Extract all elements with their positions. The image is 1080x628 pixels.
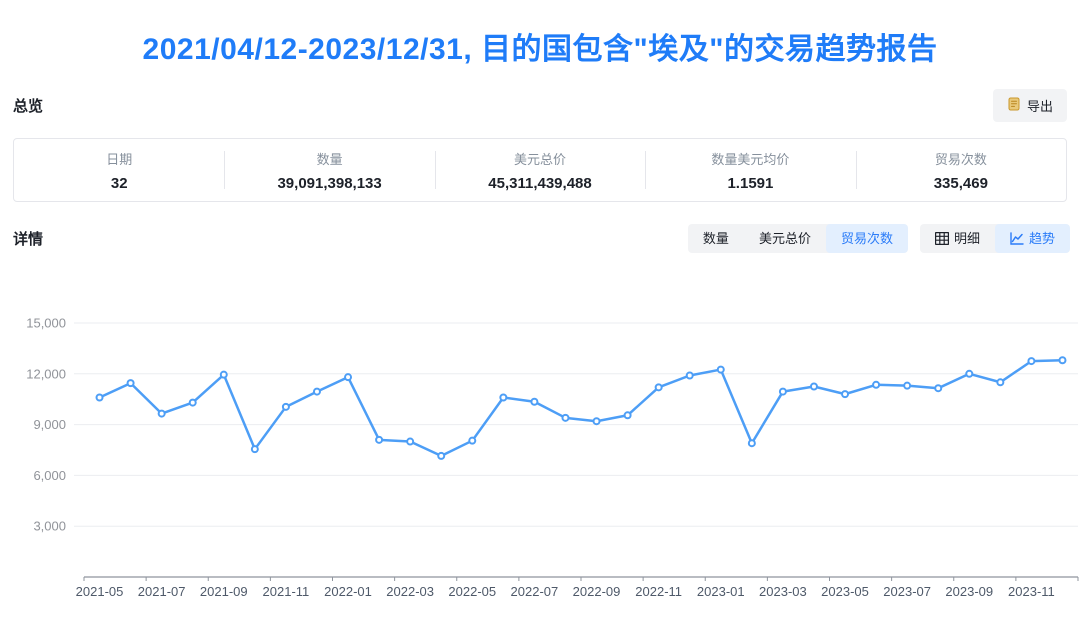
stat-value: 335,469 — [856, 175, 1066, 192]
stat-value: 1.1591 — [645, 175, 855, 192]
svg-text:3,000: 3,000 — [33, 519, 66, 534]
overview-header-row: 总览 导出 — [13, 88, 1067, 122]
report-title: 2021/04/12-2023/12/31, 目的国包含"埃及"的交易趋势报告 — [0, 24, 1080, 68]
tab-groups: 数量 美元总价 贸易次数 明细 — [688, 224, 1070, 253]
view-tab-group: 明细 趋势 — [920, 224, 1070, 253]
details-heading: 详情 — [13, 228, 43, 249]
details-header-row: 详情 数量 美元总价 贸易次数 — [13, 222, 1070, 254]
tab-trade-count[interactable]: 贸易次数 — [826, 224, 908, 253]
tab-label: 数量 — [703, 232, 729, 245]
export-label: 导出 — [1027, 96, 1053, 115]
svg-text:2022-05: 2022-05 — [448, 584, 496, 599]
svg-text:2021-11: 2021-11 — [263, 584, 310, 599]
table-icon — [935, 232, 949, 245]
tab-quantity[interactable]: 数量 — [688, 224, 744, 253]
tab-label: 趋势 — [1029, 232, 1055, 245]
svg-text:2021-07: 2021-07 — [138, 584, 186, 599]
svg-text:12,000: 12,000 — [26, 366, 66, 381]
tab-label: 贸易次数 — [841, 232, 893, 245]
trend-line-chart: 3,000 6,000 9,000 12,000 15,000 2021-05 2021-0… — [0, 282, 1080, 618]
stat-avg-usd-price: 数量美元均价 1.1591 — [645, 149, 855, 192]
stat-value: 39,091,398,133 — [224, 175, 434, 192]
stat-value: 45,311,439,488 — [435, 175, 645, 192]
svg-text:2023-03: 2023-03 — [759, 584, 807, 599]
stat-label: 数量 — [224, 149, 434, 168]
svg-text:2021-09: 2021-09 — [200, 584, 248, 599]
tab-usd-total[interactable]: 美元总价 — [744, 224, 826, 253]
svg-text:2021-05: 2021-05 — [76, 584, 124, 599]
stat-usd-total: 美元总价 45,311,439,488 — [435, 149, 645, 192]
stat-quantity: 数量 39,091,398,133 — [224, 149, 434, 192]
tab-label: 明细 — [954, 232, 980, 245]
trend-line-icon — [1010, 232, 1024, 245]
svg-text:2023-07: 2023-07 — [883, 584, 931, 599]
overview-heading: 总览 — [13, 95, 43, 116]
svg-text:9,000: 9,000 — [33, 417, 66, 432]
svg-text:6,000: 6,000 — [33, 468, 66, 483]
stat-label: 数量美元均价 — [645, 149, 855, 168]
svg-text:2023-11: 2023-11 — [1008, 584, 1055, 599]
svg-text:2023-01: 2023-01 — [697, 584, 745, 599]
svg-text:2022-01: 2022-01 — [324, 584, 372, 599]
svg-text:2022-09: 2022-09 — [573, 584, 621, 599]
stat-label: 美元总价 — [435, 149, 645, 168]
metric-tab-group: 数量 美元总价 贸易次数 — [688, 224, 908, 253]
stat-value: 32 — [14, 175, 224, 192]
stat-label: 贸易次数 — [856, 149, 1066, 168]
svg-text:2023-09: 2023-09 — [945, 584, 993, 599]
svg-text:2022-11: 2022-11 — [635, 584, 682, 599]
stat-dates: 日期 32 — [14, 149, 224, 192]
export-document-icon — [1007, 97, 1021, 114]
svg-text:2022-07: 2022-07 — [511, 584, 559, 599]
stat-trade-count: 贸易次数 335,469 — [856, 149, 1066, 192]
report-page: 2021/04/12-2023/12/31, 目的国包含"埃及"的交易趋势报告 … — [0, 0, 1080, 628]
tab-trend-view[interactable]: 趋势 — [995, 224, 1070, 253]
overview-stats-card: 日期 32 数量 39,091,398,133 美元总价 45,311,439,… — [13, 138, 1067, 202]
svg-text:2023-05: 2023-05 — [821, 584, 869, 599]
export-button[interactable]: 导出 — [993, 89, 1067, 122]
svg-text:2022-03: 2022-03 — [386, 584, 434, 599]
stat-label: 日期 — [14, 149, 224, 168]
tab-label: 美元总价 — [759, 232, 811, 245]
svg-text:15,000: 15,000 — [26, 316, 66, 331]
tab-detail-view[interactable]: 明细 — [920, 224, 995, 253]
